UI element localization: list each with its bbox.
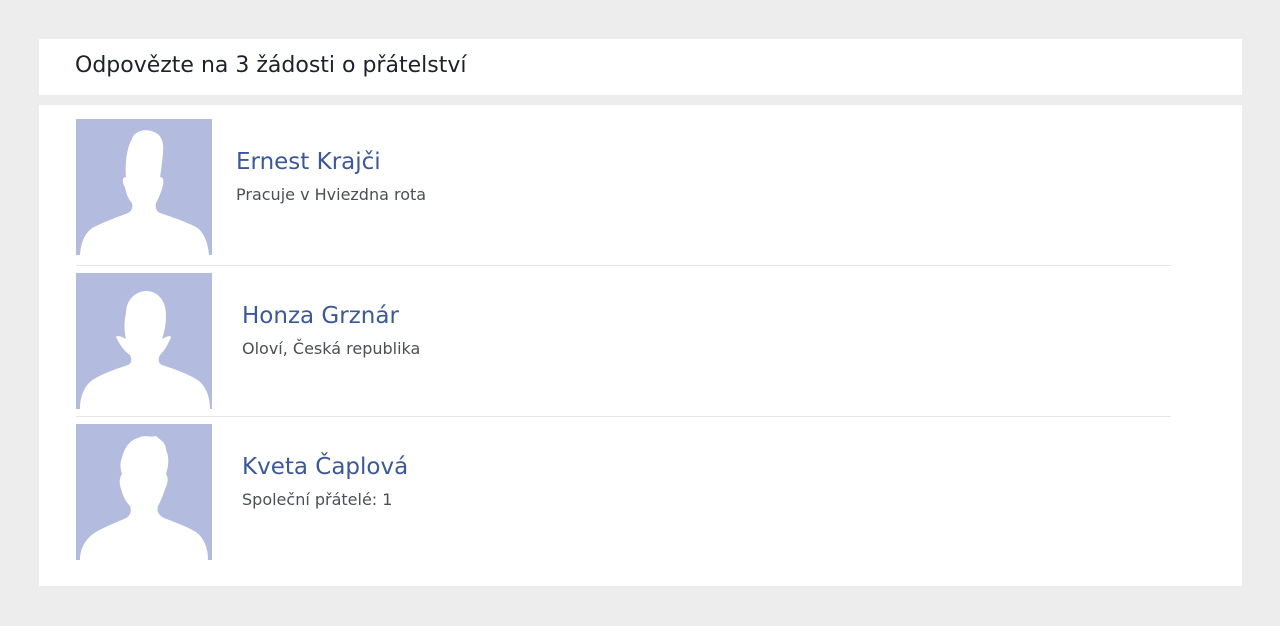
friend-request-item: Ernest Krajči Pracuje v Hviezdna rota <box>76 119 1171 255</box>
default-male-silhouette-icon <box>80 130 209 255</box>
divider <box>76 265 1171 266</box>
default-male-silhouette-icon <box>80 291 210 409</box>
default-female-silhouette-icon <box>80 436 208 560</box>
requester-name-link[interactable]: Honza Grznár <box>242 303 399 329</box>
avatar[interactable] <box>76 273 212 409</box>
divider <box>76 416 1171 417</box>
friend-requests-list: Ernest Krajči Pracuje v Hviezdna rota Ho… <box>39 105 1242 586</box>
requester-detail: Společní přátelé: 1 <box>242 490 393 509</box>
page-title: Odpovězte na 3 žádosti o přátelství <box>75 53 467 78</box>
avatar[interactable] <box>76 119 212 255</box>
requester-detail: Pracuje v Hviezdna rota <box>236 185 427 204</box>
friend-request-item: Kveta Čaplová Společní přátelé: 1 <box>76 424 1171 560</box>
avatar[interactable] <box>76 424 212 560</box>
requester-name-link[interactable]: Kveta Čaplová <box>242 454 408 480</box>
requester-name-link[interactable]: Ernest Krajči <box>236 149 381 175</box>
requester-detail: Oloví, Česká republika <box>242 339 421 358</box>
friend-request-item: Honza Grznár Oloví, Česká republika <box>76 273 1171 409</box>
friend-requests-header: Odpovězte na 3 žádosti o přátelství <box>39 39 1242 95</box>
